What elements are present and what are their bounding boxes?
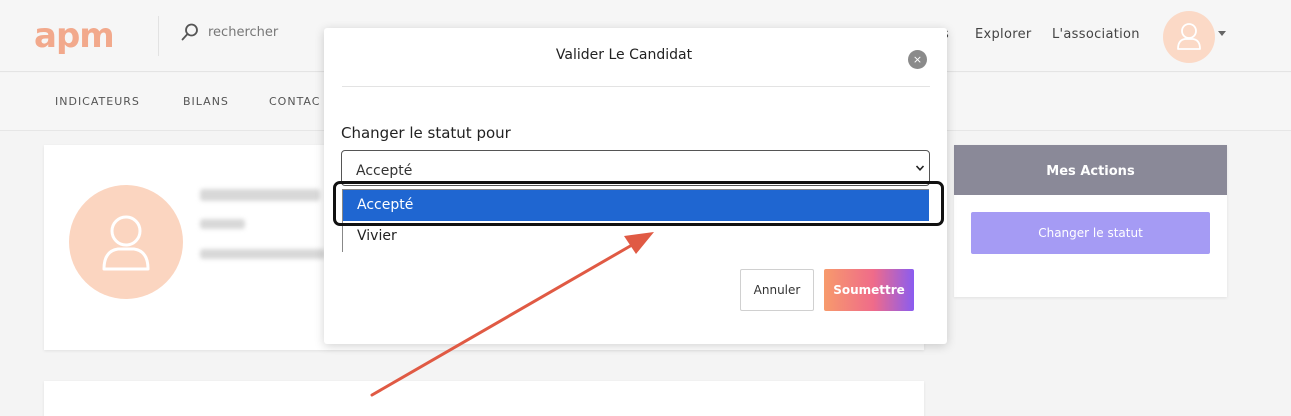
tab-contacts[interactable]: CONTAC (269, 95, 320, 108)
tab-indicateurs[interactable]: INDICATEURS (55, 95, 140, 108)
apm-logo[interactable]: apm (34, 18, 115, 54)
chevron-down-icon[interactable] (1218, 31, 1226, 36)
blurred-department (200, 249, 325, 259)
modal-title: Valider Le Candidat (555, 47, 693, 63)
content-card (44, 381, 924, 416)
close-icon[interactable]: × (908, 50, 927, 69)
header-divider (158, 16, 159, 56)
status-field-label: Changer le statut pour (341, 124, 511, 142)
search-input[interactable] (208, 20, 318, 44)
actions-panel: Mes Actions Changer le statut (954, 145, 1227, 297)
status-select-value: Accepté (356, 163, 413, 179)
cancel-button[interactable]: Annuler (740, 269, 814, 311)
submit-button[interactable]: Soumettre (824, 269, 914, 311)
blurred-name (200, 189, 320, 201)
blurred-status (200, 219, 245, 229)
user-icon (102, 215, 150, 271)
nav-link-explorer[interactable]: Explorer (975, 27, 1032, 42)
actions-panel-title: Mes Actions (954, 145, 1227, 195)
nav-link-association[interactable]: L'association (1052, 27, 1140, 42)
candidate-avatar (69, 185, 183, 299)
tab-bilans[interactable]: BILANS (183, 95, 229, 108)
search-icon[interactable] (180, 22, 200, 42)
chevron-down-icon (915, 165, 925, 171)
annotation-highlight-box (333, 181, 944, 226)
user-icon (1177, 23, 1201, 50)
change-status-button[interactable]: Changer le statut (971, 212, 1210, 254)
user-avatar[interactable] (1163, 11, 1215, 63)
modal-divider (342, 86, 930, 87)
